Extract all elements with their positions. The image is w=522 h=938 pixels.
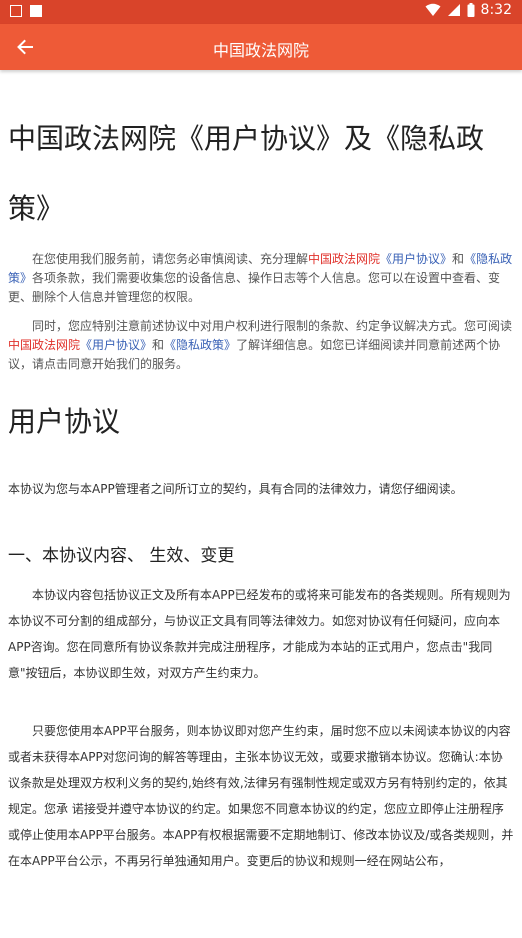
user-agreement-link[interactable]: 《用户协议》 xyxy=(380,252,452,266)
page-title: 中国政法网院《用户协议》及《隐私政策》 xyxy=(8,122,485,225)
intro-2-text-d: 和 xyxy=(152,338,165,352)
site-name-link-2[interactable]: 中国政法网院 xyxy=(8,338,80,352)
app-bar-title: 中国政法网院 xyxy=(212,41,309,60)
intro-1-text-a: 在您使用我们服务前，请您务必审慎阅读、充分理解 xyxy=(32,252,309,266)
privacy-policy-link-2[interactable]: 《隐私政策》 xyxy=(164,338,236,352)
status-time: 8:32 xyxy=(480,2,512,18)
signal-icon xyxy=(447,4,460,16)
site-name-link[interactable]: 中国政法网院 xyxy=(308,252,380,266)
battery-icon xyxy=(467,3,475,17)
section-title: 用户协议 xyxy=(8,405,121,438)
notification-filled-icon xyxy=(30,5,42,17)
intro-2-text-a: 同时，您应特别注意前述协议中对用户权利进行限制的条款、约定争议解决方式。您可阅读 xyxy=(32,319,513,333)
agreement-paragraph-2: 只要您使用本APP平台服务，则本协议即对您产生约束，届时您不应以未阅读本协议的内… xyxy=(8,724,514,868)
status-bar: 8:32 xyxy=(0,0,522,24)
subsection-title: 一、本协议内容、 生效、变更 xyxy=(8,546,235,566)
status-bar-right: 8:32 xyxy=(425,2,512,18)
app-bar: 中国政法网院 xyxy=(0,24,522,70)
notification-square-icon xyxy=(10,5,22,17)
intro-paragraph-2: 同时，您应特别注意前述协议中对用户权利进行限制的条款、约定争议解决方式。您可阅读… xyxy=(8,317,514,374)
agreement-paragraph-1: 本协议内容包括协议正文及所有本APP已经发布的或将来可能发布的各类规则。所有规则… xyxy=(8,588,511,680)
wifi-icon xyxy=(425,3,441,16)
status-bar-left xyxy=(10,5,42,17)
intro-1-text-f: 各项条款，我们需要收集您的设备信息、操作日志等个人信息。您可以在设置中查看、变更… xyxy=(8,271,501,304)
section-intro: 本协议为您与本APP管理者之间所订立的契约，具有合同的法律效力，请您仔细阅读。 xyxy=(8,482,463,496)
user-agreement-link-2[interactable]: 《用户协议》 xyxy=(80,338,152,352)
intro-1-text-d: 和 xyxy=(452,252,465,266)
intro-paragraph-1: 在您使用我们服务前，请您务必审慎阅读、充分理解中国政法网院《用户协议》和《隐私政… xyxy=(8,250,514,307)
